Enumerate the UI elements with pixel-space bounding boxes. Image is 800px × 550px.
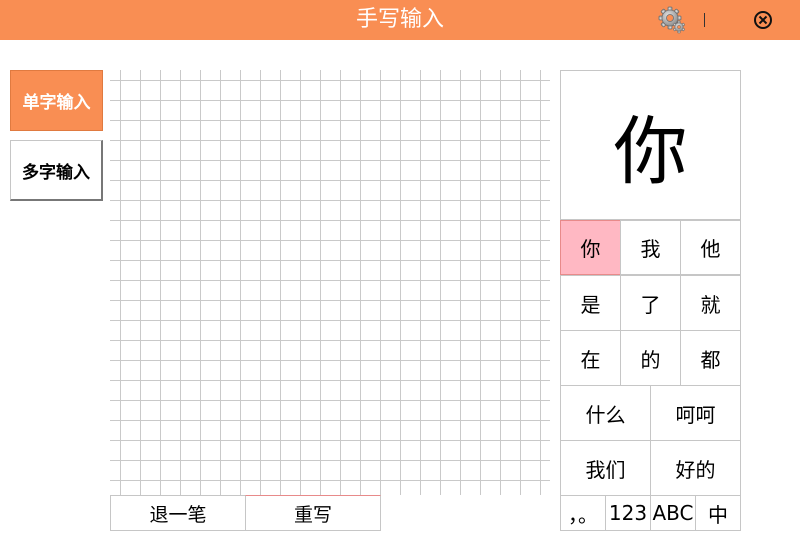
candidate-item[interactable]: 我们 <box>560 440 651 496</box>
punctuation-key[interactable]: ，。 <box>560 495 606 531</box>
candidate-item[interactable]: 就 <box>680 275 741 331</box>
rewrite-button[interactable]: 重写 <box>245 495 381 531</box>
candidate-item[interactable]: 我 <box>620 220 681 275</box>
candidate-item[interactable]: 呵呵 <box>650 385 741 441</box>
candidate-item[interactable]: 是 <box>560 275 621 331</box>
settings-gear-icon[interactable] <box>658 6 686 34</box>
recognized-char-preview: 你 <box>560 70 741 220</box>
chinese-key[interactable]: 中 <box>695 495 741 531</box>
title-divider <box>704 13 705 27</box>
single-char-mode-button[interactable]: 单字输入 <box>10 70 103 131</box>
candidate-item[interactable]: 都 <box>680 330 741 386</box>
candidate-item[interactable]: 他 <box>680 220 741 275</box>
candidate-item[interactable]: 了 <box>620 275 681 331</box>
undo-stroke-button[interactable]: 退一笔 <box>110 495 246 531</box>
candidate-item[interactable]: 的 <box>620 330 681 386</box>
multi-char-mode-button[interactable]: 多字输入 <box>10 140 103 201</box>
close-icon[interactable] <box>751 8 775 32</box>
letters-key[interactable]: ABC <box>650 495 696 531</box>
candidate-item[interactable]: 好的 <box>650 440 741 496</box>
candidate-item[interactable]: 什么 <box>560 385 651 441</box>
candidate-item[interactable]: 你 <box>560 220 621 275</box>
numbers-key[interactable]: 123 <box>605 495 651 531</box>
candidate-item[interactable]: 在 <box>560 330 621 386</box>
handwriting-pad[interactable] <box>110 70 550 495</box>
